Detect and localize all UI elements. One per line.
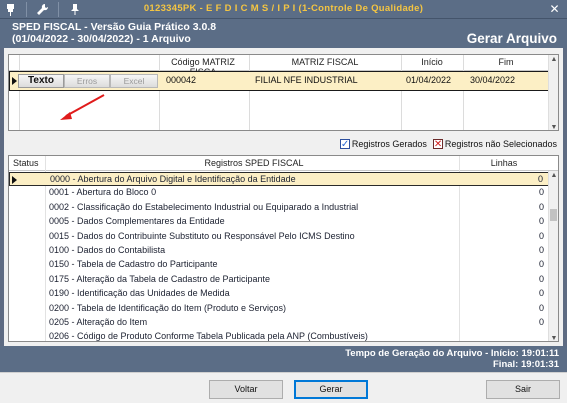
annotation-arrow-icon xyxy=(60,94,105,120)
registro-linhas: 0 xyxy=(538,187,544,198)
grid-line xyxy=(159,55,160,130)
col-status: Status xyxy=(13,158,39,168)
files-grid-row[interactable]: Texto Erros Excel 000042 FILIAL NFE INDU… xyxy=(9,71,550,91)
cell-codigo: 000042 xyxy=(166,75,197,85)
footer: Voltar Gerar Sair xyxy=(0,372,567,403)
texto-button[interactable]: Texto xyxy=(18,74,64,88)
registro-desc: 0015 - Dados do Contribuinte Substituto … xyxy=(49,230,355,241)
registros-nao-selecionados-checkbox[interactable]: ✕ Registros não Selecionados xyxy=(432,139,557,150)
registro-row[interactable]: 0200 - Tabela de Identificação do Item (… xyxy=(9,302,550,316)
row-indicator-icon xyxy=(12,176,17,184)
registro-linhas: 0 xyxy=(538,245,544,255)
registro-linhas: 0 xyxy=(538,216,544,227)
registros-gerados-checkbox[interactable]: ✓ Registros Gerados xyxy=(339,139,427,150)
registro-row[interactable]: 0001 - Abertura do Bloco 0 0 xyxy=(9,186,550,200)
grid-line xyxy=(463,55,464,130)
registro-desc: 0000 - Abertura do Arquivo Digital e Ide… xyxy=(50,174,296,184)
registro-linhas: 0 xyxy=(538,259,544,270)
col-fim: Fim xyxy=(498,57,514,67)
row-indicator-icon xyxy=(12,77,17,85)
col-registros: Registros SPED FISCAL xyxy=(204,158,304,168)
registro-linhas: 0 xyxy=(537,174,543,184)
scroll-thumb[interactable] xyxy=(550,209,557,221)
registro-desc: 0205 - Alteração do Item xyxy=(49,317,148,327)
window-title: 0123345PK - E F D I C M S / I P I (1-Con… xyxy=(143,3,424,14)
registro-desc: 0005 - Dados Complementares da Entidade xyxy=(49,216,225,227)
scroll-up-icon[interactable]: ▲ xyxy=(550,56,558,63)
scroll-down-icon[interactable]: ▼ xyxy=(550,124,558,130)
screen-title: Gerar Arquivo xyxy=(466,31,557,46)
window-titlebar: 0123345PK - E F D I C M S / I P I (1-Con… xyxy=(0,0,567,19)
registro-linhas: 0 xyxy=(538,317,544,327)
page-header: SPED FISCAL - Versão Guia Prático 3.0.8 … xyxy=(0,19,567,48)
registro-row[interactable]: 0002 - Classificação do Estabelecimento … xyxy=(9,201,550,215)
registro-row[interactable]: 0100 - Dados do Contabilista 0 xyxy=(9,244,550,258)
gerar-button[interactable]: Gerar xyxy=(294,380,368,399)
grid-line xyxy=(249,55,250,130)
status-bar: Tempo de Geração do Arquivo - Início: 19… xyxy=(0,346,567,372)
main-content: Código MATRIZ FISCA MATRIZ FISCAL Início… xyxy=(4,48,563,346)
cell-fim: 30/04/2022 xyxy=(470,75,516,85)
voltar-button[interactable]: Voltar xyxy=(209,380,283,399)
registro-row[interactable]: 0175 - Alteração da Tabela de Cadastro d… xyxy=(9,273,550,287)
registros-filters: ✓ Registros Gerados ✕ Registros não Sele… xyxy=(339,139,557,150)
registro-linhas: 0 xyxy=(538,288,544,299)
registro-row[interactable]: 0190 - Identificação das Unidades de Med… xyxy=(9,287,550,301)
col-inicio: Início xyxy=(421,57,443,67)
registro-desc: 0002 - Classificação do Estabelecimento … xyxy=(49,201,359,212)
files-grid-header: Código MATRIZ FISCA MATRIZ FISCAL Início… xyxy=(9,55,558,77)
sair-button[interactable]: Sair xyxy=(486,380,560,399)
grid-line xyxy=(19,55,20,130)
erros-button[interactable]: Erros xyxy=(64,74,110,88)
tempo-final: Final: 19:01:31 xyxy=(493,359,559,370)
checked-icon: ✓ xyxy=(339,139,350,150)
scroll-down-icon[interactable]: ▼ xyxy=(550,335,558,341)
close-icon[interactable]: ✕ xyxy=(547,2,562,17)
registros-grid-header: Status Registros SPED FISCAL Linhas xyxy=(9,156,558,171)
tempo-inicio: Tempo de Geração do Arquivo - Início: 19… xyxy=(345,348,559,359)
registro-linhas: 0 xyxy=(538,273,544,284)
col-matriz: MATRIZ FISCAL xyxy=(291,57,359,67)
cell-matriz: FILIAL NFE INDUSTRIAL xyxy=(255,75,358,85)
cross-icon: ✕ xyxy=(432,139,443,150)
registro-linhas: 0 xyxy=(538,201,544,212)
excel-button[interactable]: Excel xyxy=(110,74,158,88)
registro-row[interactable]: 0005 - Dados Complementares da Entidade 0 xyxy=(9,215,550,229)
registro-desc: 0200 - Tabela de Identificação do Item (… xyxy=(49,302,286,313)
registro-desc: 0206 - Código de Produto Conforme Tabela… xyxy=(49,331,368,342)
registros-grid-scrollbar[interactable]: ▲ ▼ xyxy=(548,171,558,341)
registro-row[interactable]: 0150 - Tabela de Cadastro do Participant… xyxy=(9,258,550,272)
grid-line xyxy=(401,55,402,130)
files-grid-scrollbar[interactable]: ▲ ▼ xyxy=(548,55,558,130)
app-title: SPED FISCAL - Versão Guia Prático 3.0.8 xyxy=(12,21,217,33)
period-label: (01/04/2022 - 30/04/2022) - 1 Arquivo xyxy=(12,33,191,45)
registro-desc: 0175 - Alteração da Tabela de Cadastro d… xyxy=(49,273,270,284)
registro-desc: 0001 - Abertura do Bloco 0 xyxy=(49,187,157,198)
registro-row[interactable]: 0206 - Código de Produto Conforme Tabela… xyxy=(9,330,550,342)
registro-desc: 0190 - Identificação das Unidades de Med… xyxy=(49,288,230,299)
registro-row[interactable]: 0015 - Dados do Contribuinte Substituto … xyxy=(9,230,550,244)
registros-nao-selecionados-label: Registros não Selecionados xyxy=(444,139,557,149)
registro-desc: 0100 - Dados do Contabilista xyxy=(49,245,166,255)
registros-grid: Status Registros SPED FISCAL Linhas 0000… xyxy=(8,155,559,342)
registro-linhas: 0 xyxy=(538,230,544,241)
cell-inicio: 01/04/2022 xyxy=(406,75,452,85)
registro-row[interactable]: 0000 - Abertura do Arquivo Digital e Ide… xyxy=(9,172,550,186)
col-linhas: Linhas xyxy=(490,158,518,168)
scroll-up-icon[interactable]: ▲ xyxy=(550,172,558,179)
registro-linhas: 0 xyxy=(538,302,544,313)
registro-row[interactable]: 0205 - Alteração do Item 0 xyxy=(9,316,550,330)
registros-gerados-label: Registros Gerados xyxy=(351,139,427,149)
registro-desc: 0150 - Tabela de Cadastro do Participant… xyxy=(49,259,218,270)
